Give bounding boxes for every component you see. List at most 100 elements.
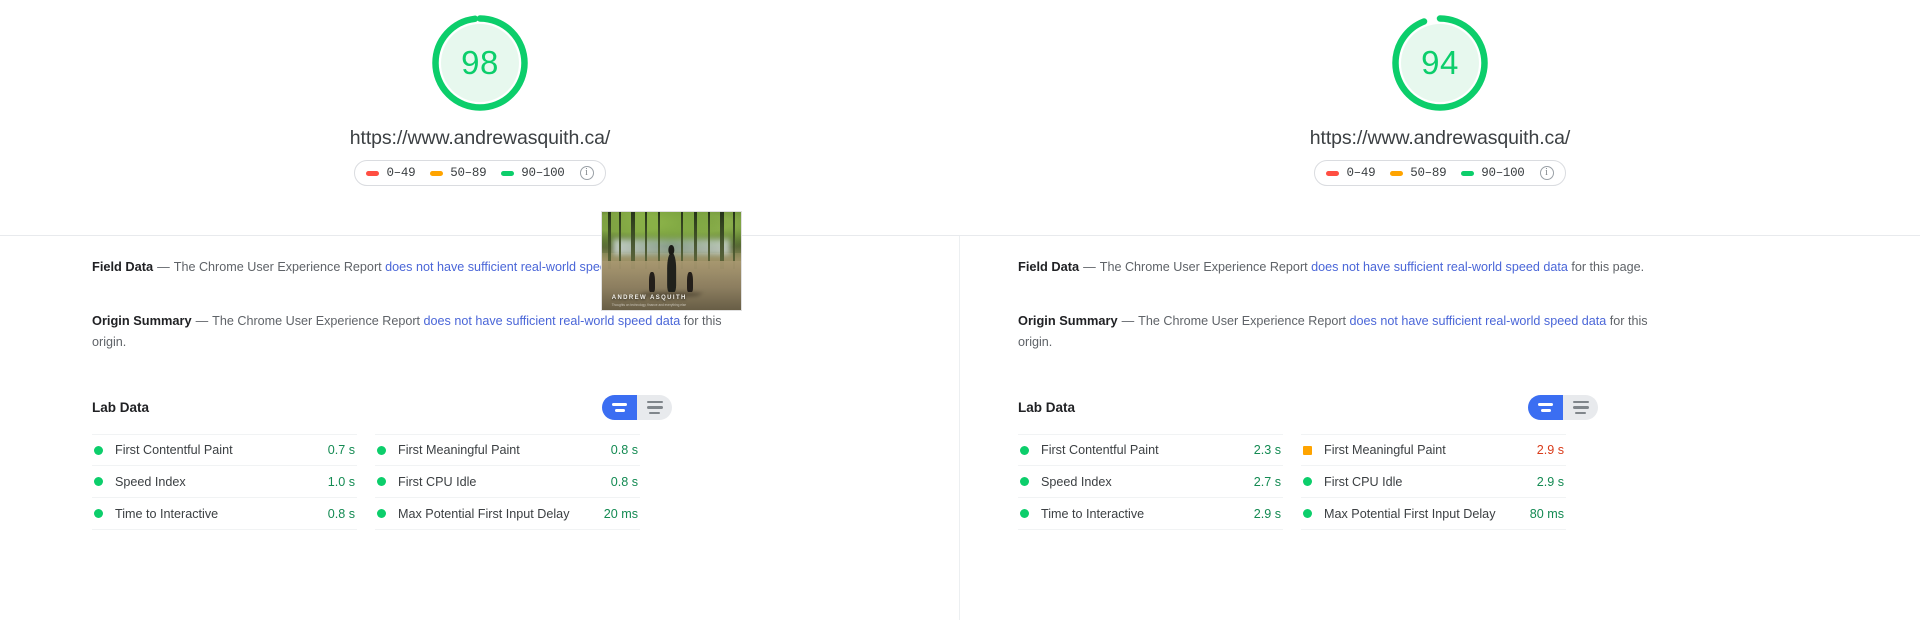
legend-dash-good-icon — [501, 170, 515, 176]
desktop-origin-summary-label: Origin Summary — [92, 313, 192, 328]
desktop-field-data-label: Field Data — [92, 259, 154, 274]
metric-name: First Meaningful Paint — [398, 443, 520, 457]
desktop-score-legend: 0–49 50–89 90–100 i — [354, 160, 606, 186]
child-figure — [686, 271, 693, 293]
metric-name: Time to Interactive — [1041, 506, 1145, 521]
mobile-lab-data-header: Lab Data — [1018, 395, 1598, 420]
desktop-origin-summary-text-before: The Chrome User Experience Report — [212, 314, 424, 328]
mobile-view-toggle[interactable] — [1528, 395, 1598, 420]
metric-value: 2.3 s — [1253, 443, 1281, 457]
desktop-expanded-view-button[interactable] — [637, 395, 672, 420]
metric-value: 2.9 s — [1536, 443, 1564, 457]
metric-value: 0.8 s — [327, 506, 355, 521]
desktop-origin-summary-block: Origin Summary — The Chrome User Experienc… — [92, 310, 732, 353]
metric-status-good-icon — [377, 477, 386, 486]
metric-name: Time to Interactive — [115, 506, 219, 521]
desktop-score-gauge: 98 — [428, 11, 532, 115]
metric-value: 2.9 s — [1253, 506, 1281, 521]
metric-row[interactable]: Time to Interactive 0.8 s — [92, 498, 357, 530]
metric-row[interactable]: First Meaningful Paint 2.9 s — [1301, 434, 1566, 466]
pagespeed-results-page: 98 https://www.andrewasquith.ca/ 0–49 50… — [0, 0, 1920, 620]
mobile-field-data-label: Field Data — [1018, 259, 1080, 274]
legend-dash-good-icon — [1461, 170, 1475, 176]
metric-value: 80 ms — [1529, 506, 1564, 521]
legend-label-average: 50–89 — [1410, 166, 1447, 180]
desktop-lab-data-header: Lab Data — [92, 395, 672, 420]
mobile-score-header: 94 https://www.andrewasquith.ca/ 0–49 50… — [960, 0, 1920, 235]
mobile-field-data-dash: — — [1083, 260, 1096, 274]
legend-dash-average-icon — [430, 170, 444, 176]
mobile-page-url: https://www.andrewasquith.ca/ — [1309, 127, 1571, 149]
metric-name: Max Potential First Input Delay — [1324, 506, 1496, 521]
metric-row[interactable]: First CPU Idle 2.9 s — [1301, 466, 1566, 498]
desktop-compact-view-button[interactable] — [602, 395, 637, 420]
mobile-score-value: 94 — [1421, 44, 1459, 81]
mobile-score-legend: 0–49 50–89 90–100 i — [1314, 160, 1566, 186]
expanded-view-icon — [1572, 400, 1589, 404]
info-icon[interactable]: i — [579, 166, 594, 180]
metric-status-avg-icon — [1303, 445, 1312, 455]
legend-label-average: 50–89 — [450, 166, 487, 180]
child-figure — [649, 271, 656, 293]
metric-value: 0.7 s — [327, 443, 355, 457]
metric-row[interactable]: Time to Interactive 2.9 s — [1018, 498, 1283, 530]
desktop-panel-content: Field Data — The Chrome User Experience Re… — [0, 236, 960, 530]
mobile-field-data-text-after: for this page. — [1567, 260, 1645, 274]
metric-name: First Contentful Paint — [1041, 443, 1159, 457]
metric-status-good-icon — [94, 445, 103, 455]
info-icon[interactable]: i — [1539, 166, 1554, 180]
metric-name: First Meaningful Paint — [1324, 443, 1446, 457]
legend-item-good: 90–100 — [1461, 166, 1525, 180]
compact-view-icon — [1538, 403, 1553, 406]
metric-row[interactable]: Speed Index 1.0 s — [92, 466, 357, 498]
metric-name: First CPU Idle — [1324, 474, 1403, 489]
mobile-origin-summary-link[interactable]: does not have sufficient real-world spee… — [1350, 314, 1607, 328]
desktop-view-toggle[interactable] — [602, 395, 672, 420]
metric-row[interactable]: Max Potential First Input Delay 80 ms — [1301, 498, 1566, 530]
metric-row[interactable]: First Contentful Paint 0.7 s — [92, 434, 357, 466]
legend-label-good: 90–100 — [1481, 166, 1525, 180]
mobile-expanded-view-button[interactable] — [1563, 395, 1598, 420]
desktop-result-panel: 98 https://www.andrewasquith.ca/ 0–49 50… — [0, 0, 960, 620]
metric-row[interactable]: Max Potential First Input Delay 20 ms — [375, 498, 640, 530]
mobile-result-panel: 94 https://www.andrewasquith.ca/ 0–49 50… — [960, 0, 1920, 620]
legend-dash-bad-icon — [366, 170, 380, 176]
metric-status-good-icon — [1020, 477, 1029, 486]
compact-view-icon — [612, 403, 627, 406]
metric-value: 2.7 s — [1253, 474, 1281, 489]
desktop-origin-summary-link[interactable]: does not have sufficient real-world spee… — [424, 314, 681, 328]
desktop-origin-summary-dash: — — [195, 314, 209, 328]
metric-status-good-icon — [377, 509, 386, 518]
mobile-compact-view-button[interactable] — [1528, 395, 1563, 420]
legend-dash-average-icon — [1390, 170, 1404, 176]
desktop-lab-data-title: Lab Data — [92, 400, 150, 415]
mobile-field-data-link[interactable]: does not have sufficient real-world spee… — [1311, 260, 1568, 274]
mobile-origin-summary-text-before: The Chrome User Experience Report — [1138, 314, 1350, 328]
metric-value: 0.8 s — [610, 474, 638, 489]
metric-name: First Contentful Paint — [115, 443, 233, 457]
metric-status-good-icon — [1020, 445, 1029, 455]
desktop-score-header: 98 https://www.andrewasquith.ca/ 0–49 50… — [0, 0, 960, 235]
metric-row[interactable]: First Meaningful Paint 0.8 s — [375, 434, 640, 466]
legend-item-good: 90–100 — [501, 166, 565, 180]
legend-item-average: 50–89 — [1390, 166, 1447, 180]
metric-name: Max Potential First Input Delay — [398, 506, 570, 521]
metric-status-good-icon — [1303, 477, 1312, 486]
mobile-score-gauge: 94 — [1388, 11, 1492, 115]
metric-name: Speed Index — [1041, 474, 1112, 489]
metric-value: 0.8 s — [610, 443, 638, 457]
metric-name: Speed Index — [115, 474, 186, 489]
metric-row[interactable]: First Contentful Paint 2.3 s — [1018, 434, 1283, 466]
legend-item-bad: 0–49 — [1326, 166, 1376, 180]
desktop-thumbnail-wordmark: ANDREW ASQUITH — [611, 295, 687, 302]
metric-status-good-icon — [94, 477, 103, 486]
metric-row[interactable]: Speed Index 2.7 s — [1018, 466, 1283, 498]
metric-row[interactable]: First CPU Idle 0.8 s — [375, 466, 640, 498]
legend-label-bad: 0–49 — [386, 166, 416, 180]
metric-status-good-icon — [377, 445, 386, 455]
mobile-field-data-text-before: The Chrome User Experience Report — [1099, 260, 1312, 274]
metric-value: 2.9 s — [1536, 474, 1564, 489]
expanded-view-icon — [646, 400, 663, 404]
mobile-lab-data-title: Lab Data — [1018, 400, 1076, 415]
metric-status-good-icon — [1020, 509, 1029, 518]
